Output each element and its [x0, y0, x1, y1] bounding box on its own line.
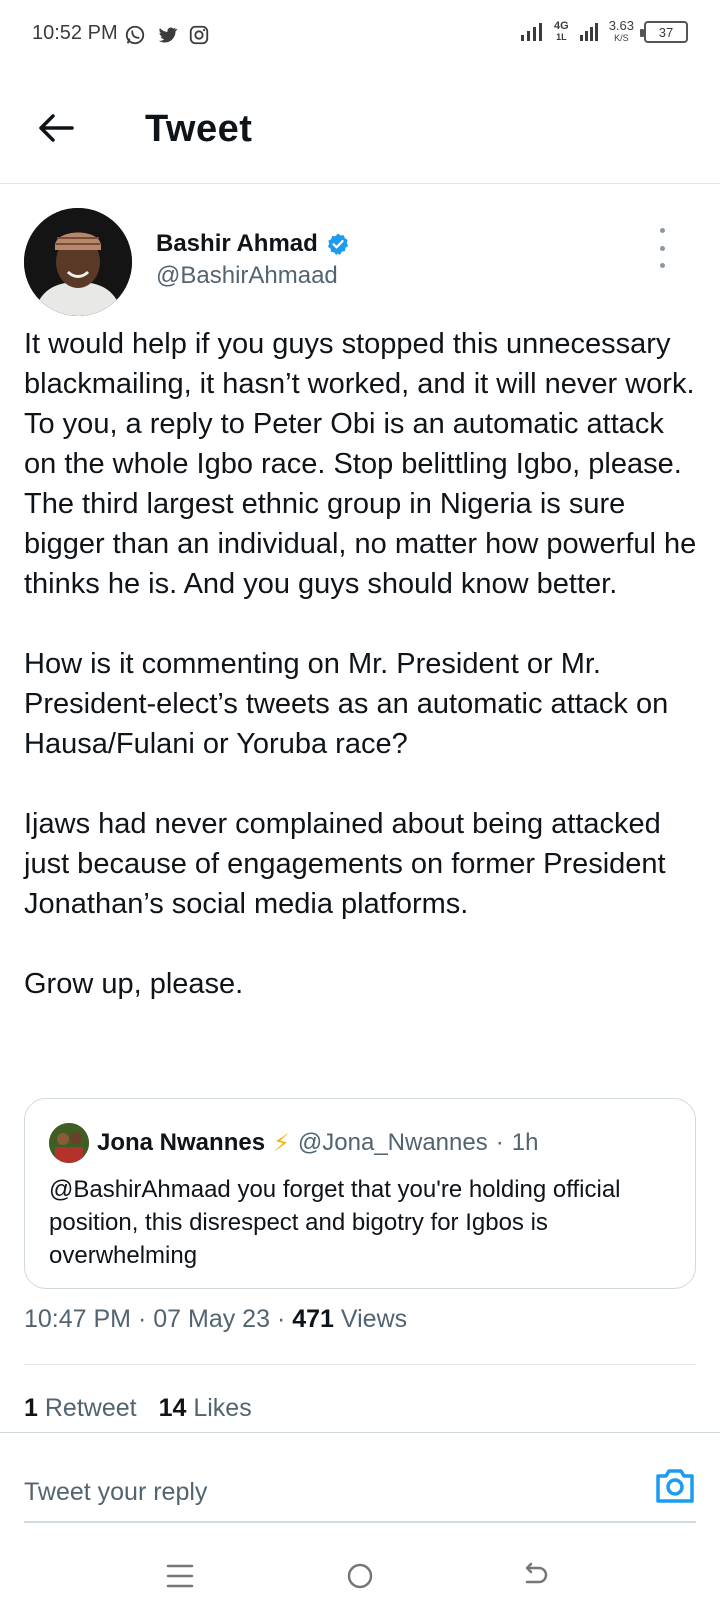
divider [0, 1432, 720, 1433]
separator-dot: · [276, 1305, 286, 1333]
network-type: 4G 1L [554, 20, 569, 43]
tweet-date: 07 May 23 [153, 1305, 270, 1333]
signal-icon-2 [579, 23, 598, 41]
more-vertical-icon-dot [659, 245, 665, 251]
retweets-label: Retweet [44, 1394, 137, 1422]
retweets-stat[interactable]: 1 Retweet [24, 1394, 137, 1423]
separator-dot: · [495, 1129, 504, 1156]
verified-badge-icon [327, 233, 348, 255]
status-bar: 10:52 PM 4G 1L 3.63 K/S 37 [0, 0, 720, 72]
signal-icon [521, 23, 542, 41]
engagement-stats: 1 Retweet 14 Likes [24, 1394, 252, 1423]
quoted-author-handle: @Jona_Nwannes [297, 1129, 488, 1156]
tweet-paragraph: It would help if you guys stopped this u… [24, 328, 697, 600]
home-button[interactable] [336, 1552, 384, 1600]
quoted-author-name: Jona Nwannes [97, 1129, 266, 1156]
tweet-paragraph: Ijaws had never complained about being a… [24, 808, 666, 920]
reply-input[interactable] [24, 1465, 624, 1519]
whatsapp-icon [125, 25, 145, 45]
quoted-tweet-text: @BashirAhmaad you forget that you're hol… [49, 1176, 621, 1269]
tweet-timestamp: 10:47 PM · 07 May 23 · 471 Views [24, 1305, 407, 1334]
views-count: 471 [292, 1305, 334, 1333]
home-circle-icon [347, 1563, 373, 1589]
lightning-emoji: ⚡ [273, 1129, 290, 1157]
status-app-icons [124, 24, 210, 46]
likes-label: Likes [193, 1394, 252, 1422]
arrow-left-icon [39, 114, 74, 142]
likes-count: 14 [158, 1394, 187, 1422]
more-vertical-icon-dot [659, 228, 665, 233]
divider [24, 1521, 696, 1523]
quoted-avatar-image [49, 1123, 89, 1163]
system-nav-bar [0, 1540, 720, 1612]
quoted-tweet-header: Jona Nwannes ⚡ @Jona_Nwannes · 1h [49, 1123, 538, 1163]
network-speed: 3.63 K/S [608, 18, 634, 43]
quoted-time: 1h [511, 1129, 539, 1156]
back-gesture-icon [525, 1562, 548, 1584]
tweet-time: 10:47 PM [24, 1305, 132, 1333]
author-name[interactable]: Bashir Ahmad [156, 230, 350, 258]
menu-icon [166, 1564, 194, 1588]
back-button[interactable] [34, 106, 78, 150]
retweets-count: 1 [24, 1394, 38, 1422]
tweet-paragraph: How is it commenting on Mr. President or… [24, 648, 669, 760]
more-options-button[interactable] [650, 228, 674, 268]
separator-dot: · [137, 1305, 147, 1333]
tweet-text: It would help if you guys stopped this u… [24, 324, 704, 1004]
tweet-paragraph: Grow up, please. [24, 968, 244, 1000]
recents-button[interactable] [156, 1552, 204, 1600]
quoted-avatar [49, 1123, 89, 1163]
views-label[interactable]: Views [341, 1305, 407, 1333]
quoted-tweet[interactable]: Jona Nwannes ⚡ @Jona_Nwannes · 1h @Bashi… [24, 1098, 696, 1289]
divider [24, 1364, 696, 1365]
likes-stat[interactable]: 14 Likes [159, 1394, 252, 1423]
camera-icon [656, 1469, 694, 1503]
system-back-button[interactable] [512, 1552, 560, 1600]
author-handle[interactable]: @BashirAhmaad [156, 262, 338, 290]
tweet-author: Bashir Ahmad @BashirAhmaad [24, 208, 696, 318]
status-time: 10:52 PM [32, 22, 118, 44]
camera-button[interactable] [654, 1467, 696, 1507]
reply-composer [24, 1465, 696, 1519]
instagram-icon [189, 25, 209, 45]
battery-indicator: 37 [640, 21, 688, 43]
avatar[interactable] [24, 208, 132, 316]
top-app-bar: Tweet [0, 72, 720, 184]
twitter-icon [158, 27, 178, 43]
page-title: Tweet [145, 108, 253, 150]
status-indicators: 4G 1L 3.63 K/S 37 [520, 18, 688, 44]
author-avatar-image [24, 208, 132, 316]
more-vertical-icon-dot [659, 263, 665, 268]
